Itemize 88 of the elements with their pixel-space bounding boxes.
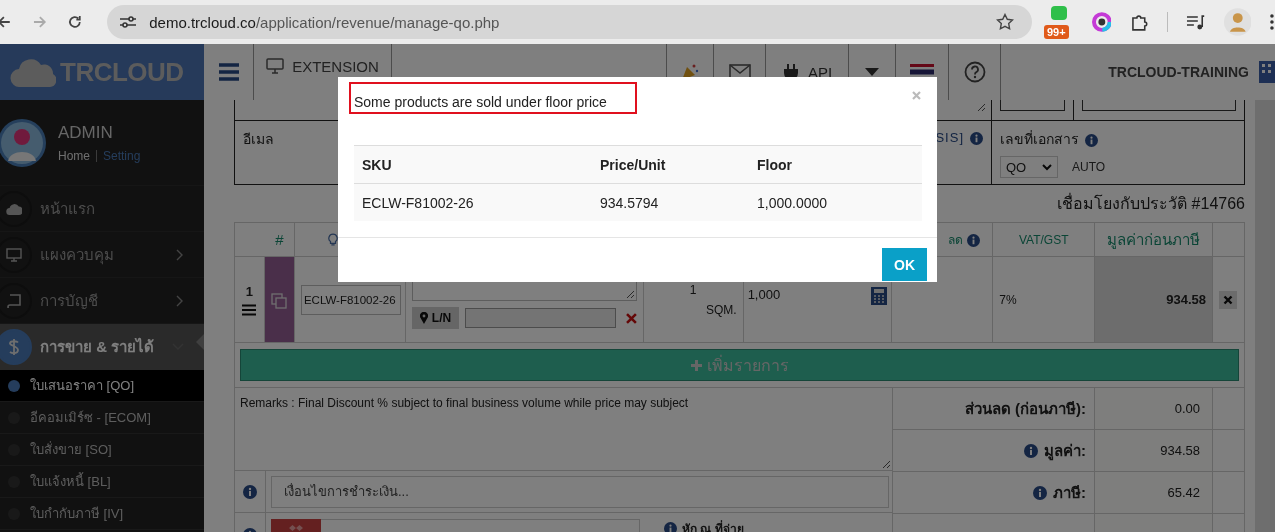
field-label: SIS]	[935, 130, 964, 145]
table-cell-text: ECLW-F81002-26	[361, 194, 475, 211]
summary-value: 934.58	[1160, 443, 1200, 458]
submenu-item[interactable]: ใบแจ้งหนี้ [BL]	[0, 466, 204, 498]
remarks-field[interactable]: Remarks : Final Discount % subject to final business volume while price may subject	[235, 388, 893, 471]
active-pointer	[196, 334, 204, 350]
submenu-item[interactable]: อีคอมเมิร์ซ - [ECOM]	[0, 402, 204, 434]
column-header: VAT/GST	[1018, 232, 1069, 247]
pin-icon	[419, 312, 428, 324]
prefix-select[interactable]: QO	[1000, 156, 1058, 178]
sidebar-item[interactable]: หน้าแรก	[0, 185, 204, 231]
resize-grip-icon	[625, 290, 634, 298]
unit-label: SQM.	[704, 302, 737, 317]
document-number-label: เลขที่เอกสาร	[1000, 129, 1079, 149]
monitor-icon	[266, 58, 285, 74]
history-link[interactable]: เชื่อมโยงกับประวัติ #14766	[1057, 191, 1245, 216]
summary-value: 65.42	[1167, 485, 1200, 500]
menu-icon[interactable]	[217, 62, 240, 82]
resize-grip-icon	[977, 103, 985, 111]
payment-terms-field[interactable]: เงื่อนไขการชำระเงิน...	[271, 475, 889, 508]
sidebar-item[interactable]: การขาย & รายได้	[0, 323, 204, 370]
chevron-down-icon	[1042, 163, 1052, 171]
lot-number-button[interactable]: L/N	[411, 307, 460, 329]
summary-label: ส่วนลด (ก่อนภาษี):	[964, 398, 1086, 419]
user-name: ADMIN	[58, 122, 114, 143]
submenu-item[interactable]: ใบกำกับภาษี [IV]	[0, 498, 204, 530]
site-info-icon[interactable]	[119, 15, 138, 29]
home-link[interactable]: Home	[58, 148, 90, 163]
info-icon	[243, 484, 257, 499]
table-cell-text: 934.5794	[599, 194, 660, 211]
column-header: ลด	[948, 232, 964, 249]
drag-handle-icon[interactable]	[242, 303, 257, 316]
column-header: มูลค่าก่อนภาษี	[1107, 229, 1201, 251]
date-field[interactable]	[1082, 100, 1236, 111]
extension-badge: 99+	[1044, 25, 1069, 39]
column-header: Price/Unit	[599, 156, 667, 173]
media-queue-icon[interactable]	[1185, 13, 1206, 31]
more-icon[interactable]	[1269, 13, 1275, 31]
lot-number-field[interactable]	[465, 308, 616, 328]
info-icon	[1085, 133, 1098, 147]
row-number: 1	[245, 283, 254, 299]
unit-price: 1,000	[747, 287, 781, 302]
lightbulb-icon	[327, 233, 338, 246]
column-header: #	[235, 223, 295, 256]
info-icon	[967, 234, 981, 247]
reload-icon[interactable]	[67, 14, 84, 30]
remove-icon[interactable]	[625, 312, 637, 324]
document-number: AUTO	[1072, 160, 1106, 174]
summary-label: ภาษี:	[1053, 482, 1086, 503]
help-icon[interactable]	[963, 61, 986, 83]
color-ring-icon[interactable]	[1091, 12, 1112, 32]
summary-value: 0.00	[1174, 401, 1200, 416]
dollar-icon	[8, 338, 20, 356]
sku-field[interactable]: ECLW-F81002-26	[300, 284, 401, 315]
number-field[interactable]	[1000, 100, 1065, 111]
ok-button[interactable]: OK	[882, 248, 927, 281]
address-bar[interactable]: demo.trcloud.co/application/revenue/manage-qo.php	[107, 5, 1032, 39]
table-cell-text: 1,000.0000	[756, 194, 829, 211]
alert-message: Some products are sold under floor price	[349, 82, 637, 114]
delete-row-icon[interactable]	[1219, 290, 1238, 309]
cloud-logo-icon	[10, 57, 56, 87]
company-name[interactable]: TRCLOUD-TRAINING	[1108, 64, 1249, 80]
calculator-icon[interactable]	[871, 287, 888, 305]
column-header: SKU	[361, 156, 393, 173]
cloud-icon	[6, 202, 22, 215]
star-icon[interactable]	[996, 13, 1014, 31]
vat-rate: 7%	[999, 292, 1017, 307]
info-icon	[1033, 485, 1047, 500]
submenu-item[interactable]: ใบสั่งขาย [SO]	[0, 434, 204, 466]
submenu-item[interactable]: ใบเสนอราคา [QO]	[0, 370, 204, 402]
back-icon[interactable]	[0, 14, 12, 30]
info-icon	[970, 132, 983, 145]
quantity: 1	[688, 282, 698, 297]
column-header: Floor	[756, 156, 793, 173]
monitor-icon	[6, 247, 22, 262]
chevron-right-icon	[176, 294, 184, 307]
email-label: อีเมล	[243, 130, 274, 149]
chevron-right-icon	[176, 248, 184, 261]
puzzle-icon[interactable]	[1129, 12, 1149, 32]
summary-label: มูลค่า:	[1044, 440, 1086, 463]
net-amount: 934.58	[1166, 292, 1206, 307]
url-text: demo.trcloud.co/application/revenue/manage-qo.php	[149, 13, 501, 31]
plus-icon	[690, 359, 702, 371]
sidebar-item[interactable]: แผงควบคุม	[0, 231, 204, 277]
info-icon	[1024, 443, 1038, 458]
avatar	[0, 116, 46, 169]
building-icon[interactable]	[1259, 61, 1275, 83]
resize-grip-icon	[882, 460, 890, 468]
